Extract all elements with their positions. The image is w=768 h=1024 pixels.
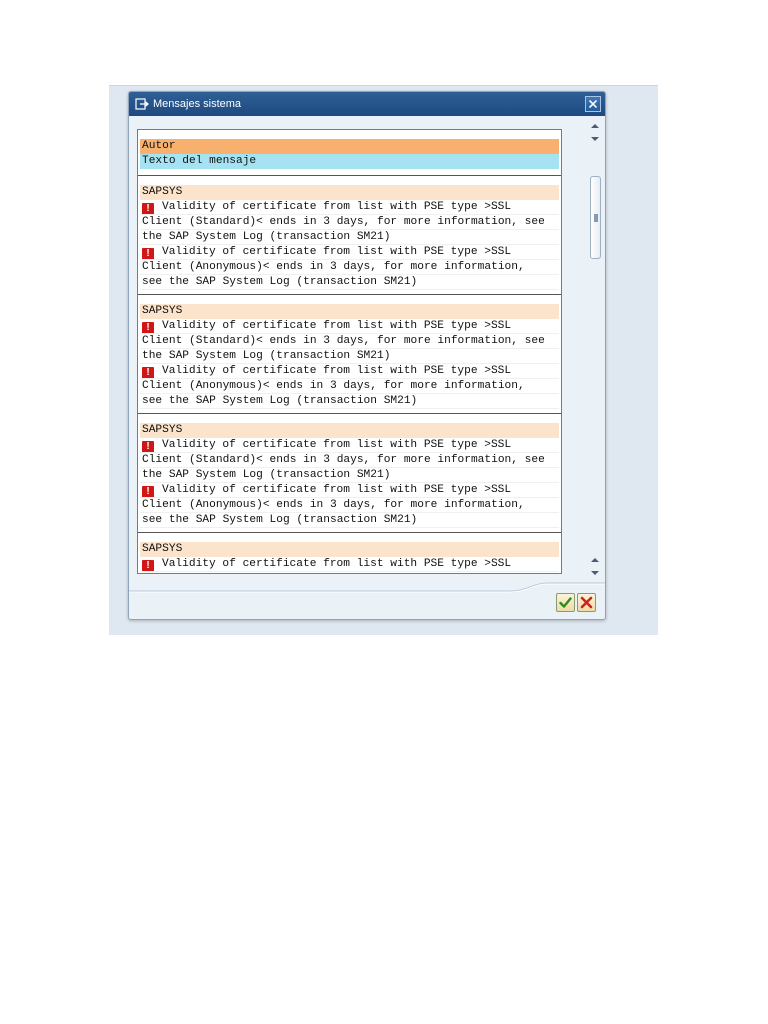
message-group: SAPSYS! Validity of certificate from list… bbox=[138, 176, 561, 295]
message-text: Validity of certificate from list with P… bbox=[162, 246, 512, 258]
cancel-x-icon bbox=[580, 596, 593, 609]
message-text-line: Client (Standard)< ends in 3 days, for m… bbox=[140, 334, 559, 349]
message-text-line: the SAP System Log (transaction SM21) bbox=[140, 468, 559, 483]
message-text-line: Client (Anonymous)< ends in 3 days, for … bbox=[140, 498, 559, 513]
message-text: the SAP System Log (transaction SM21) bbox=[142, 231, 391, 243]
message-text: see the SAP System Log (transaction SM21… bbox=[142, 514, 418, 526]
column-header-author: Autor bbox=[140, 139, 559, 154]
message-text-line: Client (Standard)< ends in 3 days, for m… bbox=[140, 453, 559, 468]
message-text: Validity of certificate from list with P… bbox=[162, 558, 512, 570]
message-item[interactable]: ! Validity of certificate from list with … bbox=[140, 319, 559, 364]
message-text-line: see the SAP System Log (transaction SM21… bbox=[140, 275, 559, 290]
error-icon: ! bbox=[142, 248, 154, 259]
message-list[interactable]: Autor Texto del mensaje SAPSYS! Validity … bbox=[137, 129, 562, 574]
error-icon: ! bbox=[142, 441, 154, 452]
message-text-line: ! Validity of certificate from list with … bbox=[140, 483, 559, 498]
scroll-to-top-icon[interactable] bbox=[590, 122, 600, 130]
scroll-down-icon[interactable] bbox=[590, 569, 600, 577]
close-button[interactable] bbox=[585, 96, 601, 112]
message-blocks: SAPSYS! Validity of certificate from list… bbox=[138, 176, 561, 572]
error-icon: ! bbox=[142, 322, 154, 333]
message-group: SAPSYS! Validity of certificate from list… bbox=[138, 295, 561, 414]
message-text: the SAP System Log (transaction SM21) bbox=[142, 469, 391, 481]
message-text-line: Client (Anonymous)< ends in 3 days, for … bbox=[140, 379, 559, 394]
message-text: Client (Anonymous)< ends in 3 days, for … bbox=[142, 499, 525, 511]
message-text-line: ! Validity of certificate from list with … bbox=[140, 438, 559, 453]
message-text: Client (Standard)< ends in 3 days, for m… bbox=[142, 335, 545, 347]
message-text-line: Client (Standard)< ends in 3 days, for m… bbox=[140, 215, 559, 230]
message-group: SAPSYS! Validity of certificate from list… bbox=[138, 533, 561, 572]
vertical-scrollbar[interactable] bbox=[588, 118, 602, 580]
close-icon bbox=[589, 100, 597, 108]
message-text-line: ! Validity of certificate from list with … bbox=[140, 364, 559, 379]
message-text-line: the SAP System Log (transaction SM21) bbox=[140, 349, 559, 364]
message-text-line: ! Validity of certificate from list with … bbox=[140, 200, 559, 215]
dialog-title-bar[interactable]: Mensajes sistema bbox=[129, 92, 605, 116]
scrollbar-thumb[interactable] bbox=[590, 176, 601, 259]
message-item[interactable]: ! Validity of certificate from list with … bbox=[140, 557, 559, 572]
message-text: see the SAP System Log (transaction SM21… bbox=[142, 395, 418, 407]
message-item[interactable]: ! Validity of certificate from list with … bbox=[140, 200, 559, 245]
message-text: Client (Anonymous)< ends in 3 days, for … bbox=[142, 261, 525, 273]
dialog-title: Mensajes sistema bbox=[153, 98, 242, 110]
message-text: see the SAP System Log (transaction SM21… bbox=[142, 276, 418, 288]
message-text: the SAP System Log (transaction SM21) bbox=[142, 350, 391, 362]
message-text-line: ! Validity of certificate from list with … bbox=[140, 245, 559, 260]
footer-separator bbox=[129, 582, 605, 593]
message-author[interactable]: SAPSYS bbox=[140, 423, 559, 438]
message-text-line: ! Validity of certificate from list with … bbox=[140, 319, 559, 334]
message-text: Client (Standard)< ends in 3 days, for m… bbox=[142, 454, 545, 466]
column-header-message-text: Texto del mensaje bbox=[140, 154, 559, 169]
message-text-line: the SAP System Log (transaction SM21) bbox=[140, 230, 559, 245]
message-text: Validity of certificate from list with P… bbox=[162, 320, 512, 332]
message-text: Validity of certificate from list with P… bbox=[162, 484, 512, 496]
message-group: SAPSYS! Validity of certificate from list… bbox=[138, 414, 561, 533]
cancel-button[interactable] bbox=[577, 593, 596, 612]
message-item[interactable]: ! Validity of certificate from list with … bbox=[140, 364, 559, 409]
message-text: Validity of certificate from list with P… bbox=[162, 439, 512, 451]
message-item[interactable]: ! Validity of certificate from list with … bbox=[140, 438, 559, 483]
error-icon: ! bbox=[142, 203, 154, 214]
error-icon: ! bbox=[142, 560, 154, 571]
message-text: Validity of certificate from list with P… bbox=[162, 201, 512, 213]
system-message-icon bbox=[135, 97, 150, 111]
error-icon: ! bbox=[142, 486, 154, 497]
message-text-line: see the SAP System Log (transaction SM21… bbox=[140, 394, 559, 409]
message-text-line: see the SAP System Log (transaction SM21… bbox=[140, 513, 559, 528]
message-text: Validity of certificate from list with P… bbox=[162, 365, 512, 377]
checkmark-icon bbox=[559, 597, 572, 608]
system-messages-dialog: Mensajes sistema Autor Texto del mensaje… bbox=[128, 91, 606, 620]
message-author[interactable]: SAPSYS bbox=[140, 542, 559, 557]
message-text: Client (Standard)< ends in 3 days, for m… bbox=[142, 216, 545, 228]
error-icon: ! bbox=[142, 367, 154, 378]
scroll-up-icon[interactable] bbox=[590, 556, 600, 564]
message-text: Client (Anonymous)< ends in 3 days, for … bbox=[142, 380, 525, 392]
message-author[interactable]: SAPSYS bbox=[140, 304, 559, 319]
message-item[interactable]: ! Validity of certificate from list with … bbox=[140, 483, 559, 528]
grip-icon bbox=[594, 214, 598, 222]
message-text-line: Client (Anonymous)< ends in 3 days, for … bbox=[140, 260, 559, 275]
confirm-button[interactable] bbox=[556, 593, 575, 612]
message-text-line: ! Validity of certificate from list with … bbox=[140, 557, 559, 572]
message-item[interactable]: ! Validity of certificate from list with … bbox=[140, 245, 559, 290]
page-down-icon[interactable] bbox=[590, 135, 600, 143]
message-author[interactable]: SAPSYS bbox=[140, 185, 559, 200]
